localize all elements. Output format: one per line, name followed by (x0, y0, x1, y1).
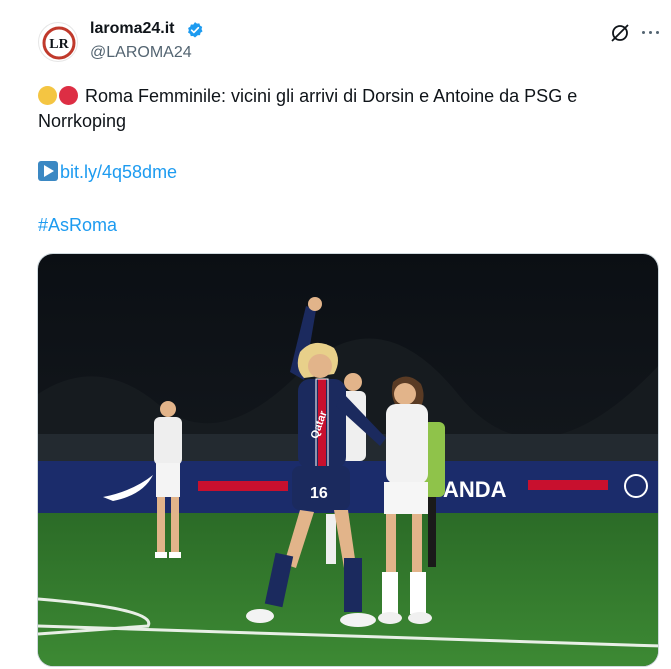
more-options-icon[interactable] (640, 22, 662, 44)
red-circle-emoji (59, 86, 78, 105)
psg-player-number: 16 (310, 485, 328, 502)
tweet-photo[interactable]: ANDA Qatar 16 (37, 253, 659, 667)
link-line: bit.ly/4q58dme (38, 160, 177, 185)
tweet-body: Roma Femminile: vicini gli arrivi di Dor… (38, 86, 578, 131)
yellow-circle-emoji (38, 86, 57, 105)
play-button-emoji-icon (38, 161, 58, 181)
hashtag-link[interactable]: #AsRoma (38, 213, 117, 238)
avatar-logo-text: LR (49, 37, 69, 52)
verified-badge-icon (188, 22, 203, 38)
account-name[interactable]: laroma24.it (90, 20, 174, 38)
tweet-text: Roma Femminile: vicini gli arrivi di Dor… (38, 84, 638, 134)
account-handle[interactable]: @LAROMA24 (90, 44, 192, 62)
grok-icon[interactable] (609, 22, 631, 44)
avatar[interactable]: LR (38, 22, 78, 62)
tweet-card[interactable]: LR laroma24.it @LAROMA24 Roma Femminile:… (0, 0, 671, 669)
ad-board-text: ANDA (443, 477, 507, 502)
tweet-link[interactable]: bit.ly/4q58dme (60, 162, 177, 182)
